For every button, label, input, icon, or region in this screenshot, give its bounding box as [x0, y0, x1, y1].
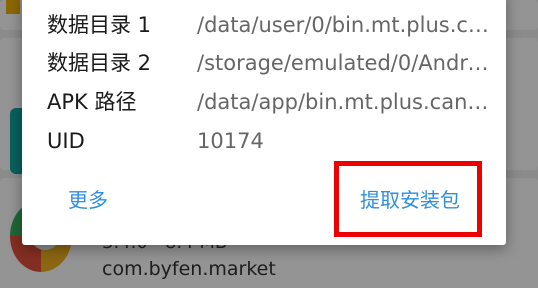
info-value[interactable]: 10174: [197, 124, 489, 158]
screen: 3.4.0 · 8.4 MB com.byfen.market 数据目录 1 /…: [0, 0, 538, 288]
info-value[interactable]: /data/app/bin.mt.plus.canary/base.apk: [197, 85, 489, 119]
info-value[interactable]: /data/user/0/bin.mt.plus.canary: [197, 8, 489, 42]
info-label: APK 路径: [47, 90, 137, 114]
info-label: UID: [47, 129, 85, 153]
info-value[interactable]: /storage/emulated/0/Android/data/bin.mt.…: [197, 46, 489, 80]
highlight-annotation-box: [334, 161, 482, 237]
info-label: 数据目录 1: [47, 13, 152, 37]
info-row-apk-path: APK 路径 /data/app/bin.mt.plus.canary/base…: [47, 85, 491, 119]
info-row-data-dir-2: 数据目录 2 /storage/emulated/0/Android/data/…: [47, 46, 491, 80]
info-row-data-dir-1: 数据目录 1 /data/user/0/bin.mt.plus.canary: [47, 8, 491, 42]
info-row-uid: UID 10174: [47, 124, 491, 158]
info-label: 数据目录 2: [47, 51, 152, 75]
more-button[interactable]: 更多: [68, 185, 108, 215]
